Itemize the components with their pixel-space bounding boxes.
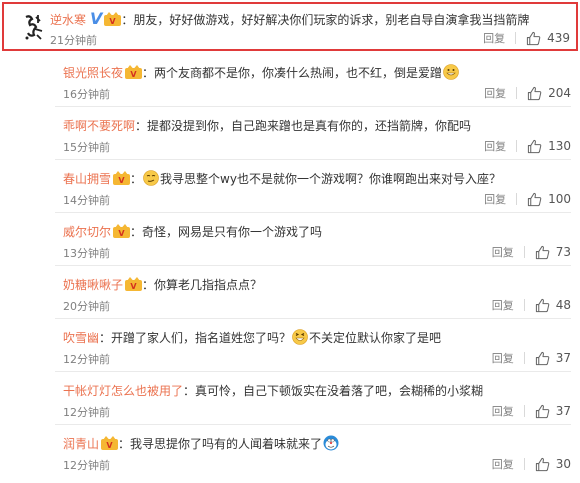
reply-button[interactable]: 回复 — [492, 403, 514, 419]
thumbs-up-icon — [535, 298, 549, 312]
avatar[interactable] — [18, 11, 48, 43]
reply-time: 13分钟前 — [63, 247, 110, 260]
list-item: 吹雪幽 ： 开蹭了家人们，指名道姓您了吗？ 不关定位默认你家了是吧 12分钟前 … — [55, 320, 571, 372]
reply-username[interactable]: 润青山 — [63, 435, 99, 452]
list-item: 润青山 V ： 我寻思提你了吗有的人闻着味就来了 12分钟前 回复 30 — [63, 435, 571, 472]
like-count: 73 — [555, 245, 571, 259]
like-count: 204 — [548, 86, 571, 100]
like-button[interactable]: 204 — [527, 86, 571, 101]
reply-username[interactable]: 奶糖啾啾子 — [63, 276, 123, 293]
smirk-emoji-icon — [143, 170, 159, 186]
reply-time: 12分钟前 — [63, 406, 110, 419]
reply-button[interactable]: 回复 — [484, 191, 506, 207]
reply-button[interactable]: 回复 — [492, 297, 514, 313]
reply-button[interactable]: 回复 — [484, 85, 506, 101]
svg-text:V: V — [118, 229, 125, 238]
reply-time: 15分钟前 — [63, 141, 110, 154]
like-button[interactable]: 73 — [535, 245, 571, 260]
thumbs-up-icon — [526, 31, 541, 45]
reply-time: 12分钟前 — [63, 459, 110, 472]
reply-username[interactable]: 乖啊不要死啊 — [63, 117, 135, 134]
thumbs-up-icon — [527, 86, 542, 100]
like-count: 30 — [555, 457, 571, 471]
like-count: 37 — [555, 404, 571, 418]
list-item: 春山拥雪 V ： 我寻思整个wy也不是就你一个游戏啊？你谁啊跑出来对号入座？ 1… — [55, 161, 571, 213]
reply-text: 你算老几指指点点？ — [154, 277, 263, 292]
reply-text: 真可怜，自己下顿饭实在没着落了吧，会糊稀的小浆糊 — [195, 383, 484, 398]
like-count: 48 — [555, 298, 571, 312]
reply-time: 20分钟前 — [63, 300, 110, 313]
vip-crown-icon: V — [125, 64, 143, 80]
like-button[interactable]: 37 — [535, 404, 571, 419]
vip-crown-icon: V — [113, 170, 131, 186]
vip-crown-icon: V — [101, 435, 119, 451]
svg-text:V: V — [118, 176, 125, 185]
reply-button[interactable]: 回复 — [492, 350, 514, 366]
thumbs-up-icon — [535, 457, 549, 471]
reply-text-part1: 开蹭了家人们，指名道姓您了吗？ — [111, 330, 292, 345]
colon: ： — [121, 12, 134, 27]
reply-text: 奇怪，网易是只有你一个游戏了吗 — [142, 224, 323, 239]
list-item: 乖啊不要死啊 ： 提都没提到你，自己跑来蹭也是真有你的，还挡箭牌，你配吗 15分… — [55, 108, 571, 160]
reply-text: 不关定位默认你家了是吧 — [309, 330, 442, 345]
reply-text: 两个友商都不是你，你凑什么热闹，也不红，倒是爱蹭 — [154, 65, 443, 80]
highlighted-comment: 逆水寒 V V ： 朋友，好好做游戏，好好解决你们玩家的诉求，别老自导自演拿我当… — [2, 2, 578, 51]
svg-text:V: V — [130, 70, 137, 79]
reply-username[interactable]: 吹雪幽 — [63, 329, 99, 346]
like-count: 130 — [548, 139, 571, 153]
svg-text:V: V — [110, 17, 117, 26]
vip-crown-icon: V — [125, 276, 143, 292]
like-button[interactable]: 100 — [527, 192, 571, 207]
reply-username[interactable]: 干帐灯灯怎么也被用了 — [63, 382, 183, 399]
like-button[interactable]: 30 — [535, 457, 571, 472]
reply-text: 我寻思提你了吗有的人闻着味就来了 — [130, 436, 323, 451]
comment-time: 21分钟前 — [50, 34, 97, 47]
like-count: 100 — [548, 192, 571, 206]
reply-button[interactable]: 回复 — [492, 244, 514, 260]
comment-username[interactable]: 逆水寒 — [50, 11, 86, 28]
reply-username[interactable]: 银光照长夜 — [63, 64, 123, 81]
verified-v-icon: V — [90, 9, 103, 28]
reply-time: 16分钟前 — [63, 88, 110, 101]
reply-time: 14分钟前 — [63, 194, 110, 207]
list-item: 干帐灯灯怎么也被用了 ： 真可怜，自己下顿饭实在没着落了吧，会糊稀的小浆糊 12… — [55, 373, 571, 425]
reply-button[interactable]: 回复 — [492, 456, 514, 472]
thumbs-up-icon — [527, 192, 542, 206]
svg-text:V: V — [106, 441, 113, 450]
laugh-emoji-icon — [292, 329, 308, 345]
like-count: 37 — [555, 351, 571, 365]
comment-text: 朋友，好好做游戏，好好解决你们玩家的诉求，别老自导自演拿我当挡箭牌 — [133, 12, 530, 27]
divider — [515, 32, 517, 44]
like-button[interactable]: 37 — [535, 351, 571, 366]
like-button[interactable]: 439 — [526, 31, 570, 46]
reply-button[interactable]: 回复 — [483, 30, 505, 46]
thumbs-up-icon — [535, 404, 549, 418]
thumbs-up-icon — [527, 139, 542, 153]
reply-username[interactable]: 威尔切尔 — [63, 223, 111, 240]
grin-emoji-icon — [443, 64, 459, 80]
list-item: 奶糖啾啾子 V ： 你算老几指指点点？ 20分钟前 回复 48 — [55, 267, 571, 319]
vip-crown-icon: V — [104, 11, 122, 27]
like-count: 439 — [547, 31, 570, 45]
thumbs-up-icon — [535, 351, 549, 365]
reply-button[interactable]: 回复 — [484, 138, 506, 154]
reply-username[interactable]: 春山拥雪 — [63, 170, 111, 187]
reply-time: 12分钟前 — [63, 353, 110, 366]
list-item: 银光照长夜 V ： 两个友商都不是你，你凑什么热闹，也不红，倒是爱蹭 16分钟前… — [55, 55, 571, 107]
thumbs-up-icon — [535, 245, 549, 259]
doraemon-emoji-icon — [323, 435, 339, 451]
like-button[interactable]: 48 — [535, 298, 571, 313]
list-item: 威尔切尔 V ： 奇怪，网易是只有你一个游戏了吗 13分钟前 回复 73 — [55, 214, 571, 266]
like-button[interactable]: 130 — [527, 139, 571, 154]
reply-text: 提都没提到你，自己跑来蹭也是真有你的，还挡箭牌，你配吗 — [147, 118, 472, 133]
svg-text:V: V — [130, 282, 137, 291]
reply-text: 我寻思整个wy也不是就你一个游戏啊？你谁啊跑出来对号入座？ — [160, 171, 501, 186]
vip-crown-icon: V — [113, 223, 131, 239]
